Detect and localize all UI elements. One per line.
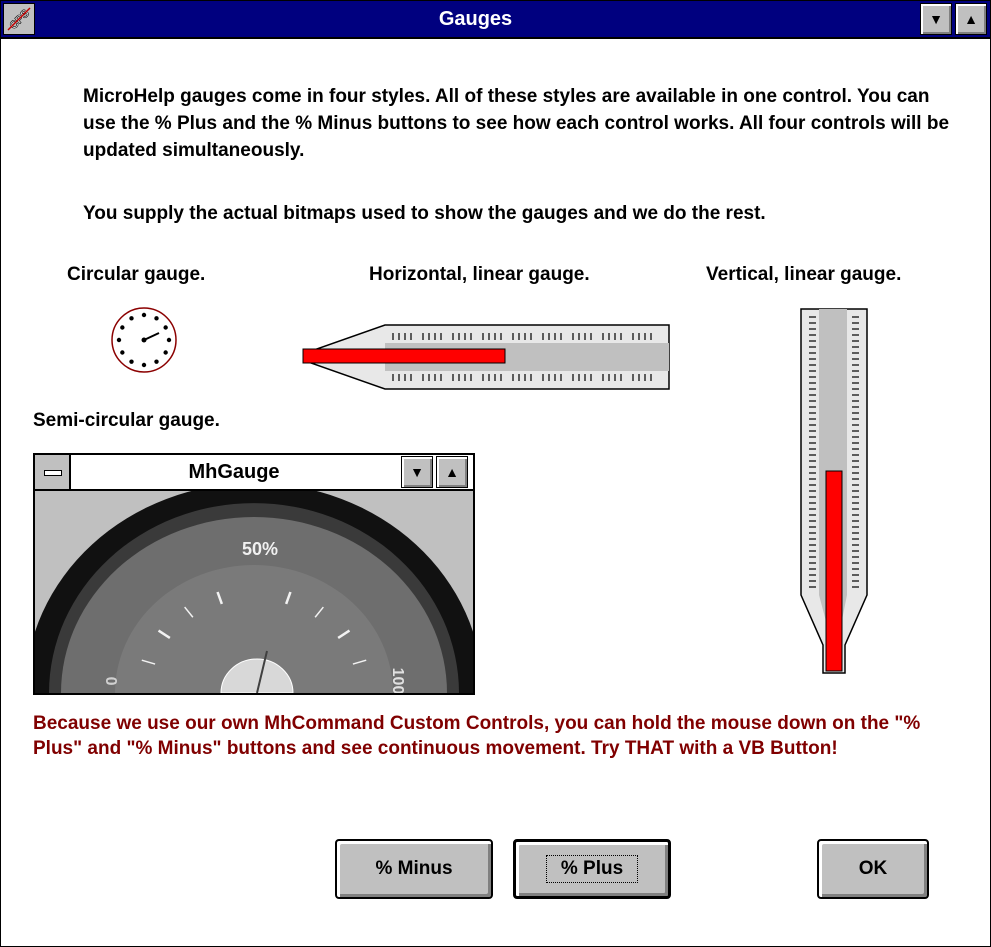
vertical-gauge-label: Vertical, linear gauge. <box>706 264 902 285</box>
percent-minus-label: % Minus <box>375 858 453 879</box>
percent-minus-button[interactable]: % Minus <box>335 839 493 899</box>
triangle-up-icon: ▲ <box>964 11 978 27</box>
mhgauge-system-menu[interactable] <box>35 455 71 489</box>
mhgauge-title: MhGauge <box>188 461 280 483</box>
dial-label-0: 0 <box>104 676 121 685</box>
percent-plus-label: % Plus <box>545 855 639 883</box>
horizontal-gauge-label: Horizontal, linear gauge. <box>369 264 590 285</box>
mhgauge-title-bar[interactable]: MhGauge ▼ ▲ <box>35 455 473 491</box>
cps-logo-icon: CPS <box>4 4 34 34</box>
horizontal-gauge-fill <box>302 348 506 364</box>
horizontal-gauge <box>302 324 670 390</box>
triangle-up-icon: ▲ <box>445 464 459 480</box>
vertical-gauge <box>800 308 868 674</box>
circular-gauge <box>111 307 177 373</box>
dial-label-100: 100 <box>389 668 406 693</box>
maximize-button[interactable]: ▲ <box>955 3 987 35</box>
percent-plus-button[interactable]: % Plus <box>513 839 671 899</box>
ok-label: OK <box>858 858 888 879</box>
mhgauge-maximize-button[interactable]: ▲ <box>436 456 468 488</box>
semicircular-gauge-label: Semi-circular gauge. <box>33 410 220 431</box>
gauges-window: CPS Gauges ▼ ▲ MicroHelp gauges come in … <box>0 0 991 947</box>
circular-gauge-label: Circular gauge. <box>67 264 206 285</box>
ok-button[interactable]: OK <box>817 839 929 899</box>
supply-text: You supply the actual bitmaps used to sh… <box>83 203 766 224</box>
semicircular-gauge: 50% 0 100 <box>35 491 473 693</box>
minus-icon <box>44 470 62 476</box>
mhgauge-window: MhGauge ▼ ▲ 50% 0 100 <box>33 453 475 695</box>
continuous-movement-note: Because we use our own MhCommand Custom … <box>33 713 921 759</box>
minimize-button[interactable]: ▼ <box>920 3 952 35</box>
triangle-down-icon: ▼ <box>410 464 424 480</box>
vertical-gauge-fill <box>825 470 843 672</box>
intro-text: MicroHelp gauges come in four styles. Al… <box>83 86 950 161</box>
dial-label-50: 50% <box>242 539 278 559</box>
window-title: Gauges <box>438 8 513 30</box>
title-bar[interactable]: CPS Gauges ▼ ▲ <box>1 1 990 39</box>
system-menu-button[interactable]: CPS <box>3 3 35 35</box>
triangle-down-icon: ▼ <box>929 11 943 27</box>
mhgauge-minimize-button[interactable]: ▼ <box>401 456 433 488</box>
